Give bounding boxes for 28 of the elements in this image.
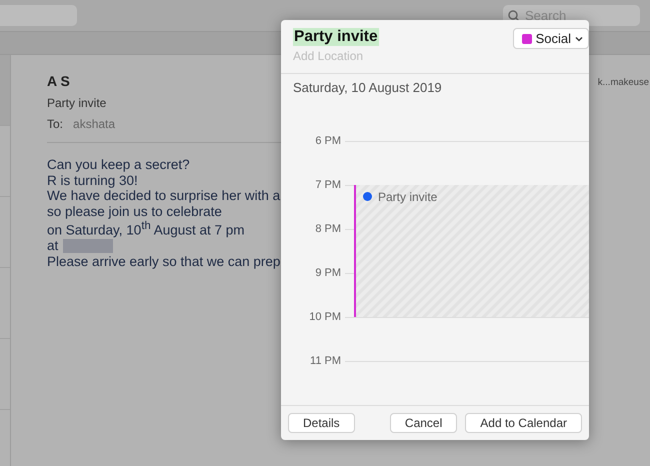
sender-address: k...makeuse: [598, 77, 650, 90]
body-line: so please join us to celebrate: [47, 204, 223, 219]
event-date: Saturday, 10 August 2019: [292, 79, 443, 95]
hour-label: 6 PM: [314, 135, 342, 147]
add-to-calendar-button[interactable]: Add to Calendar: [465, 413, 582, 433]
cancel-button[interactable]: Cancel: [390, 413, 458, 433]
event-block-title: Party invite: [378, 190, 438, 204]
to-label: To:: [47, 117, 64, 131]
body-line: R is turning 30!: [47, 172, 139, 188]
chevron-icon: [575, 36, 583, 42]
calendar-dropdown[interactable]: Social: [512, 28, 589, 49]
sender-name: A S: [47, 73, 71, 89]
body-line: on Saturday, 10$^{th}$ August at 7 pm: [47, 219, 246, 238]
body-line: Please arrive early so that we can prep: [47, 254, 282, 269]
hour-label: 7 PM: [314, 179, 342, 191]
body-line: at: [47, 238, 58, 254]
subject: Party invite: [47, 96, 108, 110]
body-line: Can you keep a secret?: [47, 157, 191, 172]
body-line: We have decided to surprise her with a: [47, 188, 282, 204]
hour-label: 10 PM: [308, 311, 342, 323]
hour-label: 9 PM: [314, 267, 342, 279]
event-block[interactable]: Party invite: [354, 185, 589, 317]
event-title[interactable]: Party invite: [293, 28, 379, 46]
hour-label: 8 PM: [314, 223, 342, 235]
redacted-block: [63, 238, 114, 253]
details-button[interactable]: Details: [288, 413, 355, 433]
recipient: akshata: [73, 117, 116, 131]
hour-label: 11 PM: [309, 355, 342, 367]
